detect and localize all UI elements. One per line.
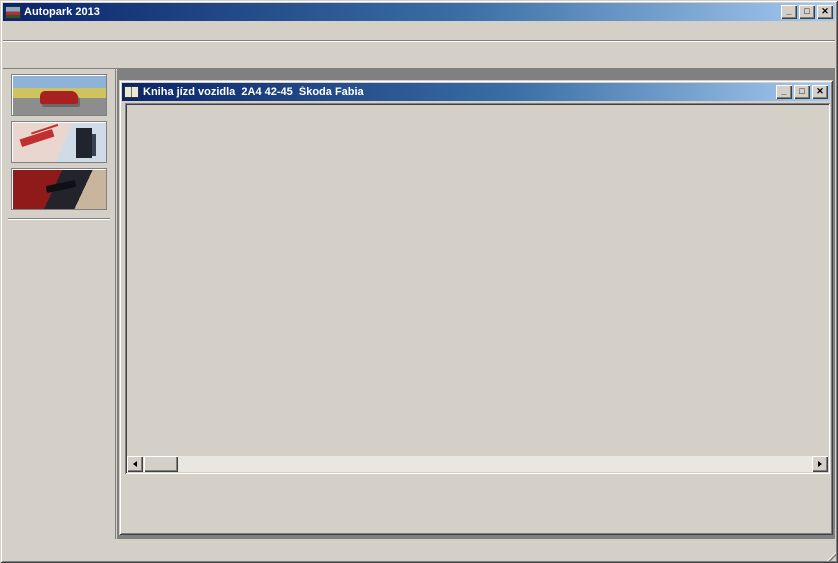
fuel-pump-photo: [12, 169, 106, 209]
app-title-bar[interactable]: Autopark 2013 _ □ ✕: [3, 3, 835, 21]
status-bar: [3, 540, 835, 560]
logbook-window-title-bar[interactable]: Kniha jízd vozidla 2A4 42-45 Škoda Fabia…: [122, 83, 830, 101]
mdi-area: Kniha jízd vozidla 2A4 42-45 Škoda Fabia…: [117, 69, 835, 539]
logbook-minimize-button[interactable]: _: [776, 85, 792, 99]
horizontal-scrollbar[interactable]: [127, 456, 828, 472]
trips-grid: [125, 103, 830, 474]
scroll-right-button[interactable]: [812, 456, 828, 472]
sidebar: [3, 69, 116, 539]
sidebar-separator: [8, 218, 110, 220]
logbook-button-bar: [131, 485, 819, 509]
app-icon: [5, 6, 21, 19]
app-title: Autopark 2013: [24, 6, 779, 18]
close-button[interactable]: ✕: [817, 5, 833, 19]
arrow-right-icon: [818, 461, 822, 467]
logbook-maximize-button[interactable]: □: [794, 85, 810, 99]
scrollbar-thumb[interactable]: [144, 456, 178, 472]
maximize-button[interactable]: □: [799, 5, 815, 19]
logbook-icon: [124, 86, 139, 98]
travel-collage-photo: [12, 122, 106, 162]
minimize-button[interactable]: _: [781, 5, 797, 19]
logbook-window-title: Kniha jízd vozidla 2A4 42-45 Škoda Fabia: [143, 86, 774, 98]
logbook-close-button[interactable]: ✕: [812, 85, 828, 99]
scroll-left-button[interactable]: [127, 456, 143, 472]
scrollbar-track[interactable]: [178, 456, 812, 472]
menu-bar: [3, 22, 835, 41]
arrow-left-icon: [133, 461, 137, 467]
toolbar: [3, 42, 835, 69]
logbook-window: Kniha jízd vozidla 2A4 42-45 Škoda Fabia…: [119, 80, 833, 535]
car-road-photo: [12, 75, 106, 115]
